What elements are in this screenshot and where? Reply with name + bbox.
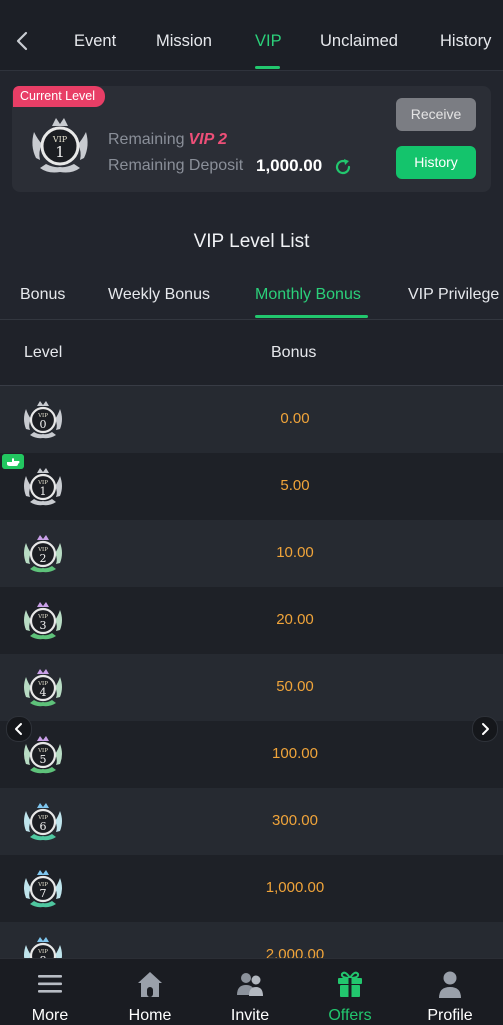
bonus-value: 300.00 xyxy=(272,812,318,829)
table-row: VIP 3 20.00 xyxy=(0,587,503,654)
tab-unclaimed[interactable]: Unclaimed xyxy=(320,32,398,51)
bonus-tabs: Bonus Weekly Bonus Monthly Bonus VIP Pri… xyxy=(0,270,503,320)
table-row: VIP8 2,000.00 xyxy=(0,922,503,958)
vip-level-badge-icon: VIP0 xyxy=(24,401,62,439)
home-icon xyxy=(138,972,162,997)
top-navigation: Event Mission VIP Unclaimed History xyxy=(0,0,503,71)
bonus-value: 100.00 xyxy=(272,745,318,762)
remaining-level-text: Remaining VIP 2 xyxy=(108,131,227,149)
table-row: VIP 6 300.00 xyxy=(0,788,503,855)
table-row: VIP 0 0.00 xyxy=(0,386,503,453)
bonus-value: 20.00 xyxy=(276,611,314,628)
svg-text:2: 2 xyxy=(40,552,47,565)
vip-level-badge-icon: VIP1 xyxy=(24,468,62,506)
svg-text:0: 0 xyxy=(40,418,47,431)
svg-text:1: 1 xyxy=(40,485,47,498)
table-row: VIP 2 10.00 xyxy=(0,520,503,587)
current-level-pointer-icon xyxy=(2,454,24,469)
nav-label: Home xyxy=(128,1007,172,1024)
table-header: Level Bonus xyxy=(0,320,503,386)
vip-level-badge-icon: VIP7 xyxy=(24,870,62,908)
nav-more[interactable]: More xyxy=(0,959,100,1025)
bonus-value: 0.00 xyxy=(280,410,310,427)
table-row: VIP 5 100.00 xyxy=(0,721,503,788)
next-vip-level: VIP 2 xyxy=(188,131,228,148)
tab-weekly-bonus[interactable]: Weekly Bonus xyxy=(108,286,210,304)
nav-label: More xyxy=(31,1007,69,1024)
bottom-navigation: More Home Invite Offers Profile xyxy=(0,958,503,1025)
svg-text:7: 7 xyxy=(40,887,47,900)
table-row: VIP 7 1,000.00 xyxy=(0,855,503,922)
nav-profile[interactable]: Profile xyxy=(400,959,500,1025)
history-button[interactable]: History xyxy=(396,146,476,179)
tab-vip[interactable]: VIP xyxy=(255,32,282,51)
svg-text:6: 6 xyxy=(40,820,47,833)
bonus-value: 5.00 xyxy=(280,477,310,494)
vip-level-badge-icon: VIP8 xyxy=(24,937,62,958)
bonus-value: 1,000.00 xyxy=(265,879,325,896)
svg-text:4: 4 xyxy=(40,686,47,699)
vip-level-list-title: VIP Level List xyxy=(193,231,310,252)
users-icon xyxy=(237,973,263,996)
nav-label: Offers xyxy=(328,1007,372,1024)
vip-badge-icon: VIP 1 xyxy=(32,118,88,173)
nav-offers[interactable]: Offers xyxy=(300,959,400,1025)
scroll-left-icon[interactable] xyxy=(6,716,32,742)
vip-level-badge-icon: VIP4 xyxy=(24,669,62,707)
svg-text:3: 3 xyxy=(40,619,47,632)
menu-icon xyxy=(38,975,62,993)
remaining-deposit-label: Remaining Deposit xyxy=(108,157,244,174)
nav-invite[interactable]: Invite xyxy=(200,959,300,1025)
bonus-value: 50.00 xyxy=(276,678,314,695)
refresh-icon[interactable] xyxy=(333,157,353,177)
active-tab-indicator xyxy=(255,66,280,69)
bonus-value: 10.00 xyxy=(276,544,314,561)
vip-level-table: VIP 0 0.00 VIP 1 5.00 VIP 2 10.00 VIP 3 20.0… xyxy=(0,386,503,958)
bonus-column-header: Bonus xyxy=(271,344,317,361)
gift-icon xyxy=(338,971,362,997)
bonus-value: 2,000.00 xyxy=(265,946,325,958)
nav-home[interactable]: Home xyxy=(100,959,200,1025)
level-column-header: Level xyxy=(24,344,63,361)
current-level-tag: Current Level xyxy=(13,86,106,107)
tab-mission[interactable]: Mission xyxy=(156,32,212,51)
svg-text:5: 5 xyxy=(40,753,47,766)
vip-level-badge-icon: VIP6 xyxy=(24,803,62,841)
vip-level-badge-icon: VIP2 xyxy=(24,535,62,573)
tab-monthly-bonus[interactable]: Monthly Bonus xyxy=(255,286,361,304)
remaining-deposit-value: 1,000.00 xyxy=(256,156,323,175)
svg-text:1: 1 xyxy=(55,143,65,161)
remaining-label: Remaining xyxy=(108,131,185,148)
tab-history[interactable]: History xyxy=(440,32,491,51)
nav-label: Invite xyxy=(230,1007,270,1024)
table-row: VIP 4 50.00 xyxy=(0,654,503,721)
nav-label: Profile xyxy=(427,1007,473,1024)
tab-vip-privilege[interactable]: VIP Privilege xyxy=(408,286,499,304)
tab-bonus[interactable]: Bonus xyxy=(20,286,65,304)
back-arrow-icon[interactable] xyxy=(14,30,30,52)
profile-icon xyxy=(439,971,461,998)
vip-level-badge-icon: VIP3 xyxy=(24,602,62,640)
tab-event[interactable]: Event xyxy=(74,32,116,51)
scroll-right-icon[interactable] xyxy=(472,716,498,742)
table-row: VIP 1 5.00 xyxy=(0,453,503,520)
receive-button[interactable]: Receive xyxy=(396,98,476,131)
active-bonus-tab-indicator xyxy=(255,315,368,318)
